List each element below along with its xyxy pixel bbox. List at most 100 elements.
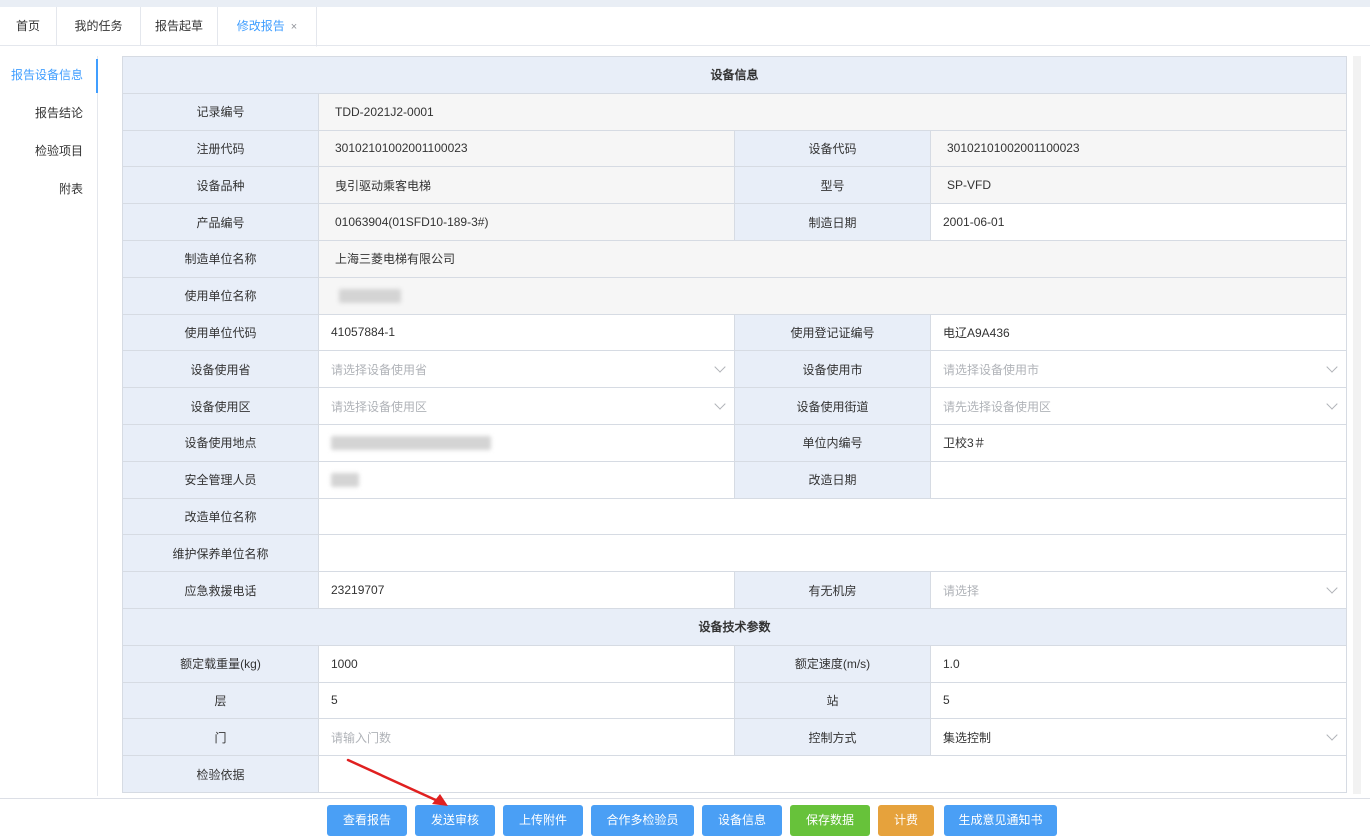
field-label: 注册代码 [122, 129, 319, 168]
rebuild-date-field[interactable] [929, 460, 1347, 499]
field-label: 产品编号 [122, 203, 319, 241]
rebuild-unit-field[interactable] [317, 497, 1347, 536]
section-title-device-info: 设备信息 [122, 56, 1347, 94]
nav-item-inspection-items[interactable]: 检验项目 [35, 141, 83, 161]
field-label: 设备使用市 [734, 350, 931, 389]
redacted-text [331, 436, 491, 451]
model-value: SP-VFD [929, 166, 1347, 205]
chevron-down-icon [1326, 729, 1338, 742]
send-review-button[interactable]: 发送审核 [415, 805, 495, 836]
rated-load-field[interactable]: 1000 [318, 644, 735, 683]
maintenance-unit-field[interactable] [317, 534, 1347, 573]
field-label: 制造日期 [734, 203, 931, 241]
section-title-tech-params: 设备技术参数 [122, 607, 1347, 646]
view-report-button[interactable]: 查看报告 [327, 805, 407, 836]
tab-label: 修改报告 [236, 19, 285, 33]
redacted-text [339, 289, 401, 304]
tab-label: 首页 [15, 19, 40, 33]
field-label: 制造单位名称 [122, 239, 319, 278]
floors-field[interactable]: 5 [318, 681, 735, 720]
save-data-button[interactable]: 保存数据 [790, 805, 870, 836]
inner-no-field[interactable]: 卫校3＃ [929, 423, 1347, 462]
chevron-down-icon [714, 398, 726, 410]
control-mode-select[interactable]: 集选控制 [929, 718, 1347, 757]
stations-field[interactable]: 5 [929, 681, 1347, 720]
location-field[interactable] [318, 423, 735, 462]
field-label: 检验依据 [122, 755, 319, 793]
user-unit-value [317, 276, 1347, 315]
field-label: 记录编号 [122, 92, 319, 131]
field-label: 改造单位名称 [122, 497, 319, 536]
tab-home[interactable]: 首页 [0, 7, 57, 46]
field-label: 使用登记证编号 [734, 313, 931, 352]
left-nav: 报告设备信息 报告结论 检验项目 附表 [0, 56, 98, 796]
field-label: 控制方式 [734, 718, 931, 757]
chevron-down-icon [1326, 361, 1338, 374]
device-variety-value: 曳引驱动乘客电梯 [318, 166, 735, 205]
field-label: 型号 [734, 166, 931, 205]
field-label: 维护保养单位名称 [122, 534, 319, 573]
generate-notice-button[interactable]: 生成意见通知书 [944, 805, 1057, 836]
input-placeholder: 请输入门数 [331, 730, 392, 745]
select-placeholder: 请选择设备使用省 [331, 362, 428, 377]
field-label: 站 [734, 681, 931, 720]
chevron-down-icon [714, 361, 726, 374]
tab-my-tasks[interactable]: 我的任务 [57, 7, 141, 46]
record-no-value: TDD-2021J2-0001 [317, 92, 1347, 131]
billing-button[interactable]: 计费 [878, 805, 934, 836]
tab-bar: 首页 我的任务 报告起草 修改报告 × [0, 7, 1370, 47]
field-label: 单位内编号 [734, 423, 931, 462]
field-label: 安全管理人员 [122, 460, 319, 499]
inspection-basis-field[interactable] [317, 755, 1347, 793]
select-placeholder: 请选择 [943, 583, 980, 598]
city-select[interactable]: 请选择设备使用市 [929, 350, 1347, 389]
device-info-table: 设备信息 记录编号 TDD-2021J2-0001 注册代码 301021010… [122, 56, 1347, 793]
field-label: 使用单位名称 [122, 276, 319, 315]
safety-manager-field[interactable] [318, 460, 735, 499]
machine-room-select[interactable]: 请选择 [929, 571, 1347, 609]
field-label: 层 [122, 681, 319, 720]
select-placeholder: 请先选择设备使用区 [943, 399, 1052, 414]
upload-attachment-button[interactable]: 上传附件 [503, 805, 583, 836]
product-no-value: 01063904(01SFD10-189-3#) [318, 203, 735, 241]
main-form: 设备信息 记录编号 TDD-2021J2-0001 注册代码 301021010… [122, 56, 1347, 794]
user-code-field[interactable]: 41057884-1 [318, 313, 735, 352]
tab-edit-report[interactable]: 修改报告 × [218, 7, 317, 47]
field-label: 设备品种 [122, 166, 319, 205]
chevron-down-icon [1326, 398, 1338, 410]
field-label: 设备使用区 [122, 387, 319, 425]
select-value: 集选控制 [943, 730, 992, 745]
street-select[interactable]: 请先选择设备使用区 [929, 387, 1347, 425]
field-label: 设备使用街道 [734, 387, 931, 425]
maker-value: 上海三菱电梯有限公司 [317, 239, 1347, 278]
rated-speed-field[interactable]: 1.0 [929, 644, 1347, 683]
cert-no-field[interactable]: 电辽A9A436 [929, 313, 1347, 352]
field-label: 设备使用省 [122, 350, 319, 389]
tab-report-draft[interactable]: 报告起草 [141, 7, 218, 46]
nav-item-attachments[interactable]: 附表 [59, 179, 83, 199]
field-label: 有无机房 [734, 571, 931, 609]
multi-inspector-button[interactable]: 合作多检验员 [591, 805, 694, 836]
field-label: 设备代码 [734, 129, 931, 168]
doors-field[interactable]: 请输入门数 [318, 718, 735, 757]
select-placeholder: 请选择设备使用市 [943, 362, 1040, 377]
tab-label: 报告起草 [154, 19, 203, 33]
field-label: 使用单位代码 [122, 313, 319, 352]
vertical-scrollbar[interactable] [1353, 56, 1361, 794]
district-select[interactable]: 请选择设备使用区 [318, 387, 735, 425]
nav-item-conclusion[interactable]: 报告结论 [35, 103, 83, 123]
field-label: 设备使用地点 [122, 423, 319, 462]
top-strip [0, 0, 1370, 7]
field-label: 额定载重量(kg) [122, 644, 319, 683]
device-info-button[interactable]: 设备信息 [702, 805, 782, 836]
close-icon[interactable]: × [291, 21, 297, 33]
nav-item-device-info[interactable]: 报告设备信息 [11, 65, 83, 85]
mfg-date-field[interactable]: 2001-06-01 [929, 203, 1347, 241]
field-label: 改造日期 [734, 460, 931, 499]
action-bar: 查看报告 发送审核 上传附件 合作多检验员 设备信息 保存数据 计费 生成意见通… [0, 798, 1370, 839]
emergency-phone-field[interactable]: 23219707 [318, 571, 735, 609]
tab-label: 我的任务 [74, 19, 123, 33]
field-label: 额定速度(m/s) [734, 644, 931, 683]
province-select[interactable]: 请选择设备使用省 [318, 350, 735, 389]
select-placeholder: 请选择设备使用区 [331, 399, 428, 414]
